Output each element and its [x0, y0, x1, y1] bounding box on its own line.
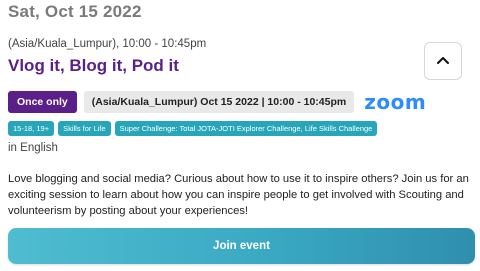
- event-language: in English: [8, 142, 58, 154]
- datetime-chip: (Asia/Kuala_Lumpur) Oct 15 2022 | 10:00 …: [83, 91, 355, 113]
- event-date: Sat, Oct 15 2022: [8, 2, 142, 21]
- tag-skills: Skills for Life: [58, 121, 111, 136]
- chevron-up-icon: [436, 52, 450, 70]
- event-time: (Asia/Kuala_Lumpur), 10:00 - 10:45pm: [8, 38, 207, 50]
- collapse-button[interactable]: [424, 42, 462, 80]
- join-event-button[interactable]: Join event: [8, 228, 475, 264]
- tag-challenge: Super Challenge: Total JOTA-JOTI Explore…: [114, 121, 378, 136]
- tags-row: 15-18, 19+ Skills for Life Super Challen…: [8, 121, 381, 136]
- zoom-logo: zoom: [364, 90, 427, 114]
- tag-age: 15-18, 19+: [8, 121, 55, 136]
- frequency-badge: Once only: [8, 91, 77, 113]
- event-description: Love blogging and social media? Curious …: [8, 173, 469, 217]
- event-title: Vlog it, Blog it, Pod it: [8, 56, 179, 75]
- event-card: Sat, Oct 15 2022 (Asia/Kuala_Lumpur), 10…: [0, 0, 480, 271]
- schedule-row: Once only (Asia/Kuala_Lumpur) Oct 15 202…: [8, 90, 426, 114]
